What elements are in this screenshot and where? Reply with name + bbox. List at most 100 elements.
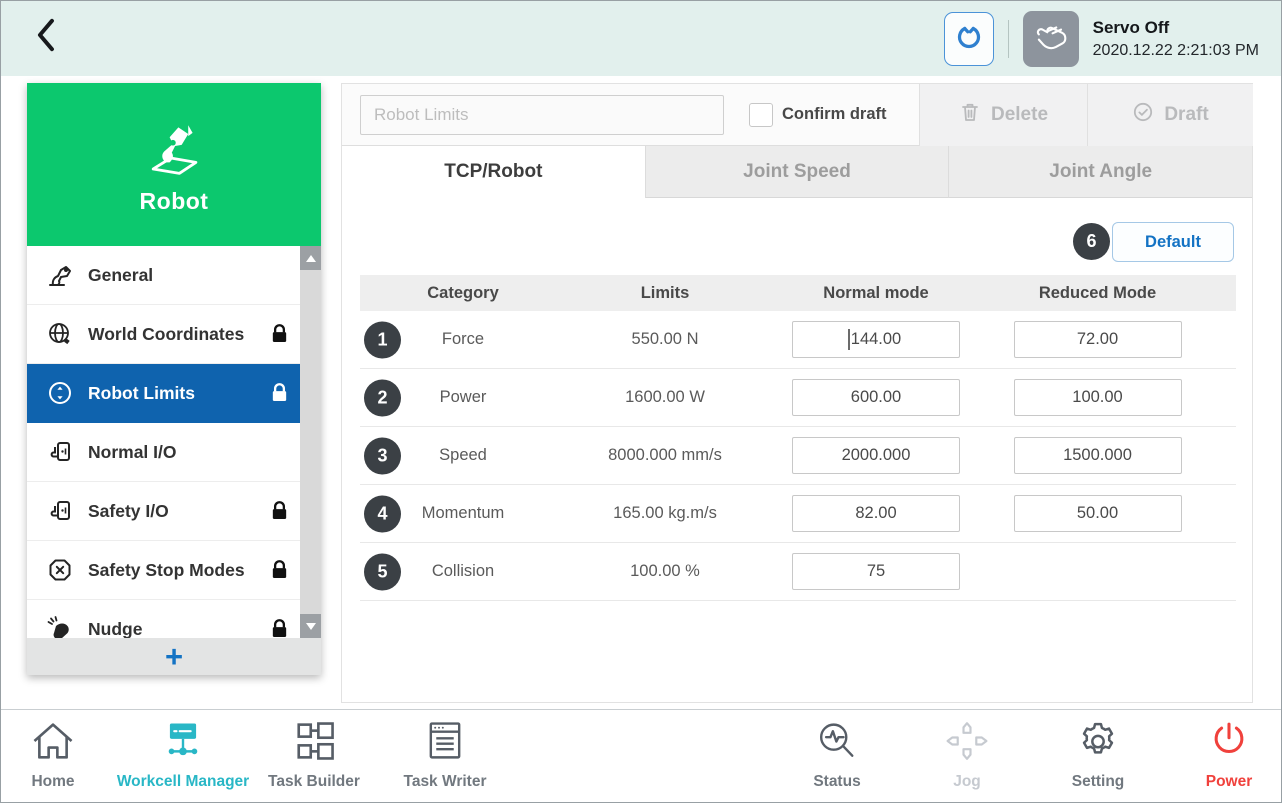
table-row-power: 2 Power 1600.00 W <box>360 369 1236 427</box>
lock-icon <box>268 499 292 523</box>
normal-mode-input[interactable] <box>792 553 960 590</box>
lock-icon <box>268 322 292 346</box>
lock-icon <box>268 617 292 638</box>
reduced-mode-input[interactable] <box>1014 321 1182 358</box>
datetime-text: 2020.12.22 2:21:03 PM <box>1093 42 1259 60</box>
sidebar-item-robot-limits[interactable]: Robot Limits <box>27 364 300 423</box>
back-chevron-icon <box>30 15 64 60</box>
nav-setting[interactable]: Setting <box>1023 719 1173 791</box>
gear-icon <box>1074 719 1122 768</box>
sidebar-item-label: General <box>88 265 292 286</box>
sidebar-item-safety-io[interactable]: Safety I/O <box>27 482 300 541</box>
tab-tcp-robot[interactable]: TCP/Robot <box>342 146 646 198</box>
plus-icon: + <box>165 643 183 671</box>
nudge-hand-icon <box>45 614 75 638</box>
tab-label: Joint Speed <box>743 161 851 183</box>
confirm-draft-checkbox[interactable] <box>749 103 773 127</box>
column-header: Limits <box>566 284 764 303</box>
table-row-speed: 3 Speed 8000.000 mm/s <box>360 427 1236 485</box>
limit-cell: 165.00 kg.m/s <box>566 504 764 523</box>
nav-workcell-manager[interactable]: Workcell Manager <box>108 719 258 791</box>
reduced-mode-input[interactable] <box>1014 437 1182 474</box>
sidebar-item-label: Safety Stop Modes <box>88 560 268 581</box>
nav-task-writer[interactable]: Task Writer <box>370 719 520 791</box>
normal-mode-input[interactable] <box>792 495 960 532</box>
sidebar-item-label: Safety I/O <box>88 501 268 522</box>
sidebar-scrollbar[interactable] <box>300 246 321 638</box>
sidebar-item-label: Robot Limits <box>88 383 268 404</box>
tab-joint-angle[interactable]: Joint Angle <box>948 146 1252 198</box>
annotation-marker-3: 3 <box>364 437 401 474</box>
servo-status-text: Servo Off <box>1093 18 1259 38</box>
draft-button[interactable]: Draft <box>1087 84 1253 146</box>
workcell-robot-tile[interactable]: Robot <box>27 83 321 246</box>
power-icon <box>1205 719 1253 768</box>
sidebar-item-world-coordinates[interactable]: World Coordinates <box>27 305 300 364</box>
nav-label: Setting <box>1072 773 1125 791</box>
gripper-button[interactable] <box>944 12 994 66</box>
lock-icon <box>268 558 292 582</box>
delete-button-label: Delete <box>991 104 1048 126</box>
name-input[interactable] <box>360 95 724 135</box>
trash-icon <box>959 101 981 129</box>
normal-mode-input[interactable] <box>792 321 960 358</box>
normal-mode-input[interactable] <box>792 379 960 416</box>
world-coordinates-icon <box>45 319 75 349</box>
annotation-marker-6: 6 <box>1073 223 1110 260</box>
limit-cell: 1600.00 W <box>566 388 764 407</box>
safety-stop-icon <box>45 555 75 585</box>
nav-label: Jog <box>953 773 981 791</box>
add-workcell-item-button[interactable]: + <box>27 638 321 675</box>
workcell-manager-icon <box>159 719 207 768</box>
annotation-marker-5: 5 <box>364 553 401 590</box>
sidebar-item-normal-io[interactable]: Normal I/O <box>27 423 300 482</box>
confirm-draft-group: Confirm draft <box>749 84 887 145</box>
lock-icon <box>268 381 292 405</box>
limits-tabs: TCP/Robot Joint Speed Joint Angle <box>342 146 1252 198</box>
confirm-draft-label: Confirm draft <box>782 105 887 124</box>
nav-status[interactable]: Status <box>762 719 912 791</box>
sidebar-item-nudge[interactable]: Nudge <box>27 600 300 638</box>
delete-button[interactable]: Delete <box>919 84 1087 146</box>
column-header: Normal mode <box>764 284 988 303</box>
scroll-up-icon[interactable] <box>300 246 321 270</box>
servo-hand-tile[interactable] <box>1023 11 1079 67</box>
limit-cell: 100.00 % <box>566 562 764 581</box>
sidebar-item-safety-stop-modes[interactable]: Safety Stop Modes <box>27 541 300 600</box>
limit-cell: 550.00 N <box>566 330 764 349</box>
scroll-down-icon[interactable] <box>300 614 321 638</box>
draft-button-label: Draft <box>1164 104 1208 126</box>
table-row-force: 1 Force 550.00 N <box>360 311 1236 369</box>
reduced-mode-input[interactable] <box>1014 495 1182 532</box>
nav-task-builder[interactable]: Task Builder <box>239 719 389 791</box>
topbar-divider <box>1008 20 1009 58</box>
home-icon <box>29 719 77 768</box>
nav-label: Power <box>1206 773 1253 791</box>
column-header: Reduced Mode <box>988 284 1207 303</box>
sidebar-item-label: World Coordinates <box>88 324 268 345</box>
tab-label: TCP/Robot <box>444 161 542 183</box>
io-port-icon <box>45 496 75 526</box>
status-cluster: Servo Off 2020.12.22 2:21:03 PM <box>944 9 1259 69</box>
jog-dpad-icon <box>943 719 991 768</box>
tab-label: Joint Angle <box>1049 161 1152 183</box>
io-port-icon <box>45 437 75 467</box>
annotation-marker-2: 2 <box>364 379 401 416</box>
top-bar: Servo Off 2020.12.22 2:21:03 PM <box>1 1 1281 76</box>
sidebar-item-general[interactable]: General <box>27 246 300 305</box>
robot-arm-icon <box>45 260 75 290</box>
tab-joint-speed[interactable]: Joint Speed <box>646 146 949 198</box>
default-button[interactable]: Default <box>1112 222 1234 262</box>
status-icon <box>813 719 861 768</box>
task-writer-icon <box>421 719 469 768</box>
reduced-mode-input[interactable] <box>1014 379 1182 416</box>
nav-jog[interactable]: Jog <box>892 719 1042 791</box>
normal-mode-input[interactable] <box>792 437 960 474</box>
servo-status-block: Servo Off 2020.12.22 2:21:03 PM <box>1093 18 1259 60</box>
robot-limits-screen: Servo Off 2020.12.22 2:21:03 PM Robot <box>0 0 1282 803</box>
nav-power[interactable]: Power <box>1154 719 1282 791</box>
back-button[interactable] <box>23 13 71 61</box>
nav-label: Workcell Manager <box>117 773 249 791</box>
limits-table: Category Limits Normal mode Reduced Mode… <box>360 275 1236 601</box>
task-builder-icon <box>290 719 338 768</box>
